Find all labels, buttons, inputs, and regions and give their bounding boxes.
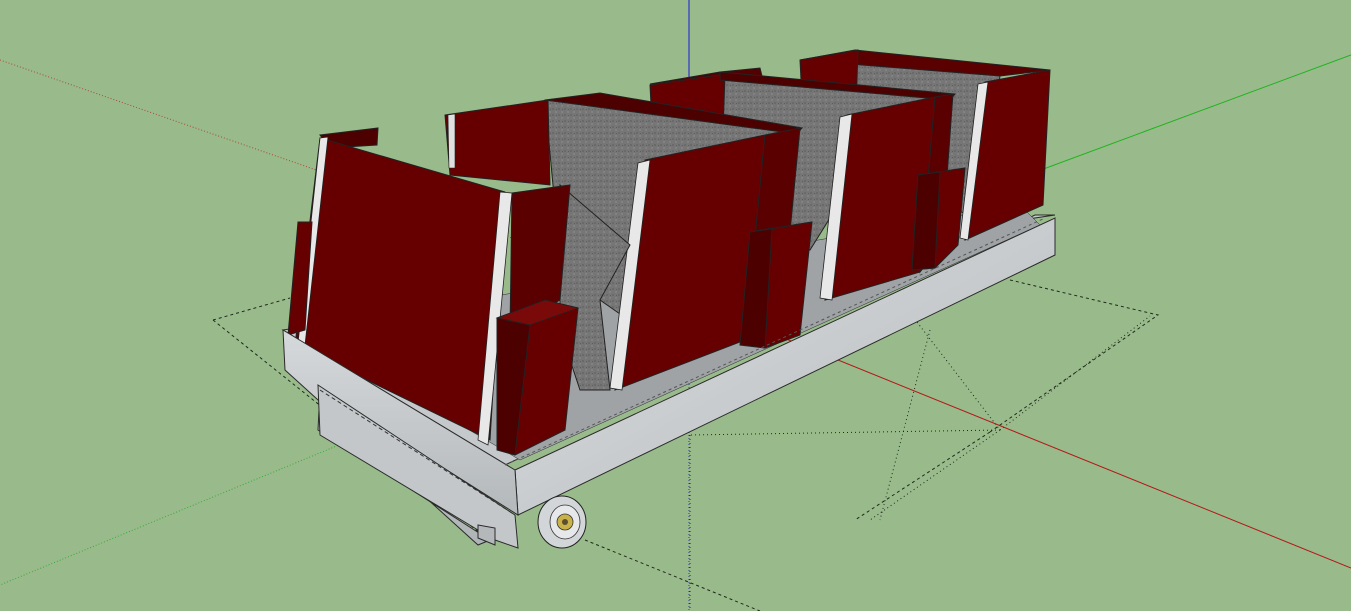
model-scene[interactable] (0, 0, 1351, 611)
3d-viewport[interactable] (0, 0, 1351, 611)
red-axis (689, 299, 1351, 569)
wheel (537, 495, 587, 549)
seat-back-panel (444, 99, 551, 186)
